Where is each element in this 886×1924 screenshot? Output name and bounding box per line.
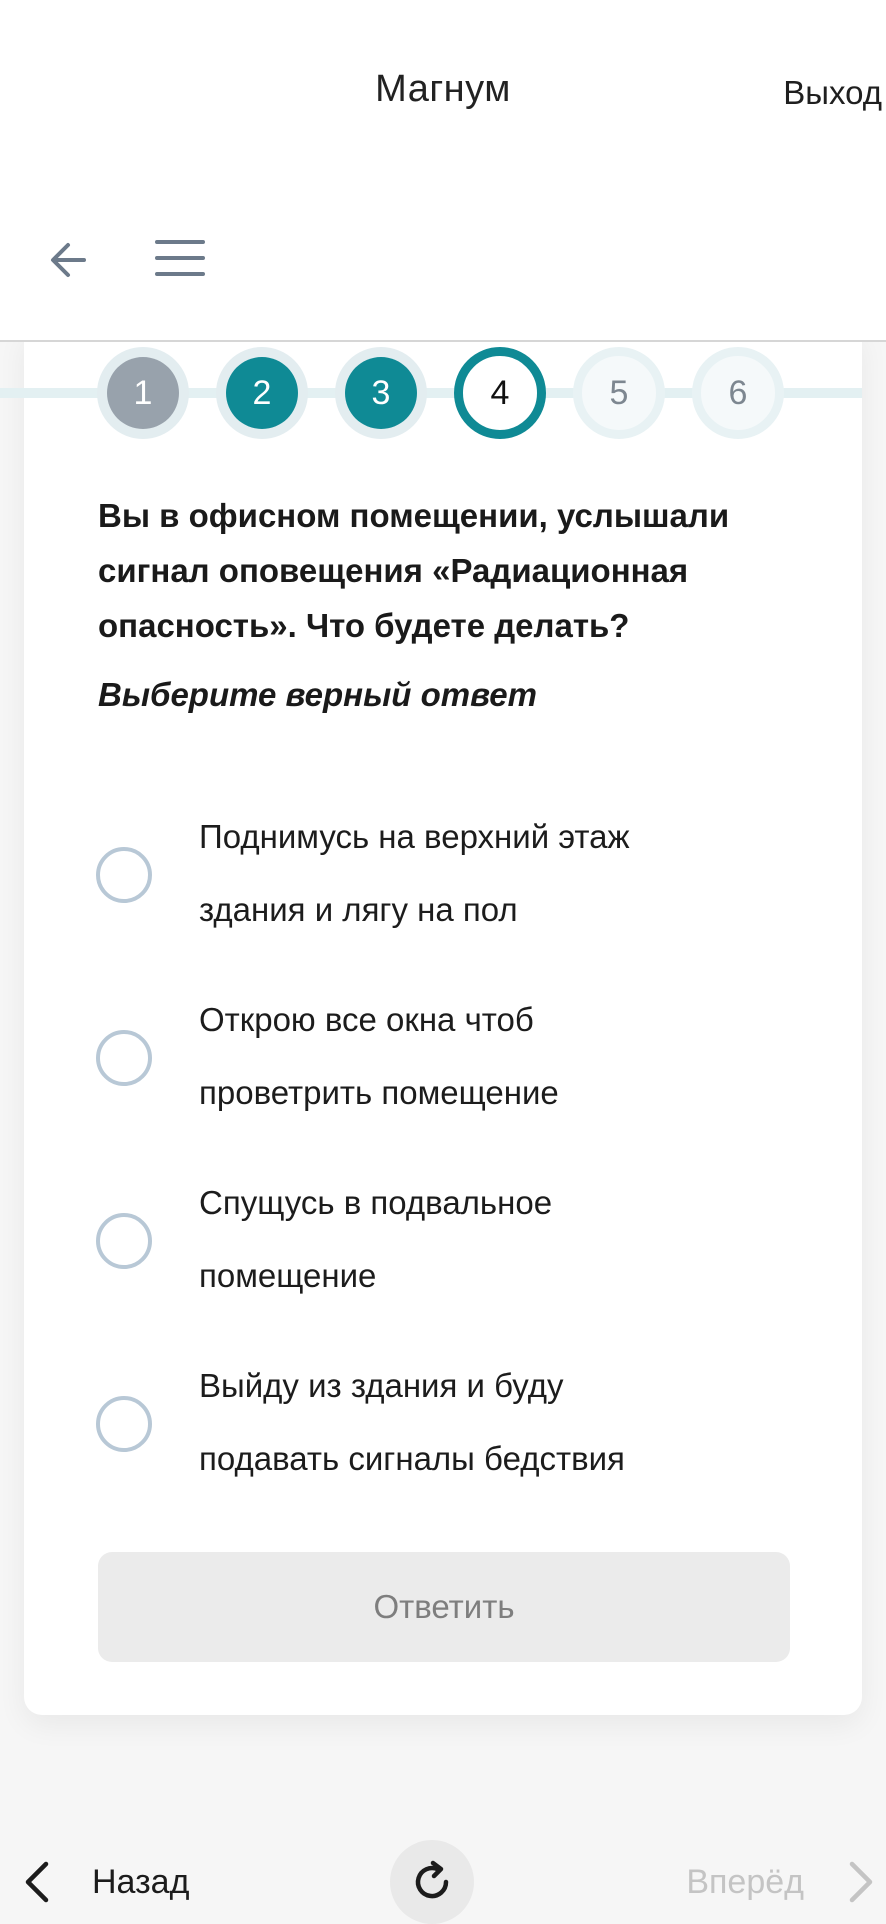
radio-button[interactable] [96, 1213, 152, 1269]
logout-button[interactable]: Выход [783, 74, 882, 112]
option-label: Спущусь в подвальное помещение [199, 1184, 553, 1294]
step-5[interactable]: 5 [573, 347, 665, 439]
step-3[interactable]: 3 [335, 347, 427, 439]
radio-button[interactable] [96, 847, 152, 903]
forward-button[interactable]: Вперёд [686, 1852, 878, 1912]
app-header: Магнум Выход [0, 0, 886, 342]
chevron-left-icon [25, 1861, 49, 1903]
refresh-icon [415, 1860, 449, 1899]
app-title: Магнум [375, 68, 511, 110]
answer-option[interactable]: Поднимусь на верхний этаж здания и лягу … [96, 800, 796, 950]
radio-button[interactable] [96, 1030, 152, 1086]
step-6[interactable]: 6 [692, 347, 784, 439]
back-button[interactable]: Назад [20, 1852, 189, 1912]
answer-hint: Выберите верный ответ [98, 676, 537, 713]
back-label: Назад [92, 1862, 190, 1901]
step-4[interactable]: 4 [454, 347, 546, 439]
step-2[interactable]: 2 [216, 347, 308, 439]
answer-button[interactable]: Ответить [98, 1552, 790, 1662]
option-label: Выйду из здания и буду подавать сигналы … [199, 1367, 625, 1477]
hamburger-menu-icon[interactable] [155, 236, 205, 280]
back-arrow-icon[interactable] [44, 234, 96, 286]
radio-button[interactable] [96, 1396, 152, 1452]
refresh-button[interactable] [390, 1840, 474, 1924]
forward-label: Вперёд [686, 1862, 804, 1901]
option-label: Открою все окна чтоб проветрить помещени… [199, 1001, 559, 1111]
option-label: Поднимусь на верхний этаж здания и лягу … [199, 818, 630, 928]
step-1[interactable]: 1 [97, 347, 189, 439]
chevron-right-icon [849, 1861, 873, 1903]
answer-option[interactable]: Открою все окна чтоб проветрить помещени… [96, 983, 796, 1133]
question-text: Вы в офисном помещении, услышали сигнал … [98, 497, 730, 644]
answer-option[interactable]: Спущусь в подвальное помещение [96, 1166, 796, 1316]
answer-option[interactable]: Выйду из здания и буду подавать сигналы … [96, 1349, 796, 1499]
